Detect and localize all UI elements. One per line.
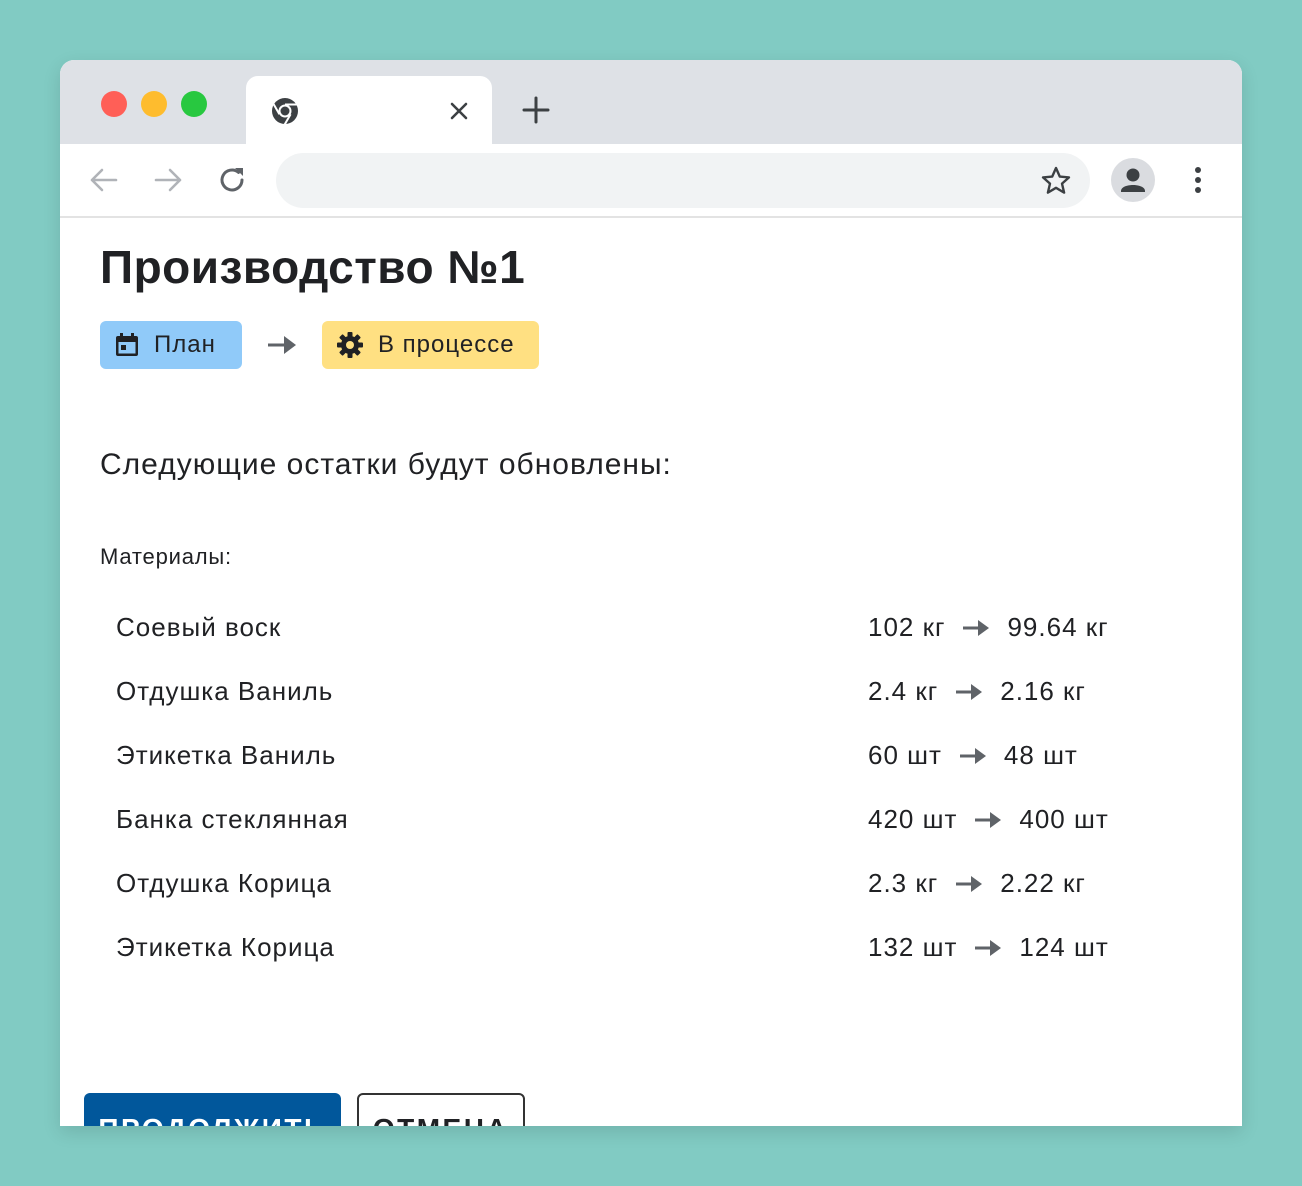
arrow-right-icon (963, 619, 990, 636)
stock-to: 48 шт (1003, 740, 1078, 770)
plus-icon[interactable] (520, 94, 552, 126)
arrow-right-icon (975, 939, 1002, 956)
stock-to: 2.22 кг (1000, 868, 1086, 898)
material-name: Соевый воск (116, 612, 282, 642)
update-notice: Следующие остатки будут обновлены: (100, 448, 672, 481)
tab-bar (60, 60, 1242, 144)
browser-window: Производство №1 План В процессе Следующи… (60, 60, 1242, 1126)
list-item: Банка стеклянная 420 шт 400 шт (100, 790, 1200, 854)
status-chip-in-progress: В процессе (322, 321, 539, 369)
material-name: Отдушка Ваниль (116, 676, 334, 706)
list-item: Этикетка Ваниль 60 шт 48 шт (100, 726, 1200, 790)
stock-to: 99.64 кг (1007, 612, 1109, 642)
stock-change: 132 шт 124 шт (868, 932, 1109, 963)
maximize-window-button[interactable] (181, 91, 207, 117)
list-item: Отдушка Ваниль 2.4 кг 2.16 кг (100, 662, 1200, 726)
stock-from: 2.3 кг (868, 868, 939, 898)
close-window-button[interactable] (101, 91, 127, 117)
more-vert-icon[interactable] (1184, 162, 1212, 198)
minimize-window-button[interactable] (141, 91, 167, 117)
arrow-right-icon (975, 811, 1002, 828)
arrow-right-icon (956, 875, 983, 892)
arrow-right-icon (959, 747, 986, 764)
arrow-right-icon (956, 683, 983, 700)
arrow-right-icon[interactable] (150, 162, 186, 198)
arrow-right-icon (268, 336, 296, 354)
close-icon[interactable] (444, 96, 474, 126)
calendar-icon (116, 333, 138, 356)
stock-change: 102 кг 99.64 кг (868, 612, 1109, 643)
stock-change: 60 шт 48 шт (868, 740, 1078, 771)
stock-from: 102 кг (868, 612, 946, 642)
page-content: Производство №1 План В процессе Следующи… (60, 218, 1242, 1126)
cancel-button[interactable]: ОТМЕНА (357, 1093, 525, 1126)
browser-tab[interactable] (246, 76, 492, 144)
list-item: Соевый воск 102 кг 99.64 кг (100, 598, 1200, 662)
list-item: Отдушка Корица 2.3 кг 2.22 кг (100, 854, 1200, 918)
status-chip-plan: План (100, 321, 242, 369)
material-name: Отдушка Корица (116, 868, 332, 898)
star-icon[interactable] (1040, 165, 1072, 197)
stock-to: 400 шт (1019, 804, 1109, 834)
stock-from: 2.4 кг (868, 676, 939, 706)
gear-icon (337, 332, 363, 358)
address-bar[interactable] (276, 153, 1090, 208)
page-title: Производство №1 (100, 241, 526, 293)
chrome-icon (272, 98, 298, 126)
person-icon (1121, 168, 1145, 192)
list-item: Этикетка Корица 132 шт 124 шт (100, 918, 1200, 982)
status-chip-plan-label: План (154, 331, 216, 358)
stock-to: 124 шт (1019, 932, 1109, 962)
stock-from: 60 шт (868, 740, 942, 770)
materials-section-label: Материалы: (100, 544, 232, 569)
profile-button[interactable] (1111, 158, 1155, 202)
continue-button[interactable]: ПРОДОЛЖИТЬ (84, 1093, 341, 1126)
stock-to: 2.16 кг (1000, 676, 1086, 706)
stock-from: 132 шт (868, 932, 958, 962)
material-name: Этикетка Корица (116, 932, 335, 962)
arrow-left-icon[interactable] (86, 162, 122, 198)
stock-from: 420 шт (868, 804, 958, 834)
stock-change: 420 шт 400 шт (868, 804, 1109, 835)
material-name: Этикетка Ваниль (116, 740, 337, 770)
stock-change: 2.3 кг 2.22 кг (868, 868, 1086, 899)
materials-list: Соевый воск 102 кг 99.64 кг Отдушка Вани… (100, 598, 1200, 982)
material-name: Банка стеклянная (116, 804, 349, 834)
browser-toolbar (60, 144, 1242, 218)
stock-change: 2.4 кг 2.16 кг (868, 676, 1086, 707)
reload-icon[interactable] (214, 162, 250, 198)
status-chip-in-progress-label: В процессе (378, 331, 515, 358)
